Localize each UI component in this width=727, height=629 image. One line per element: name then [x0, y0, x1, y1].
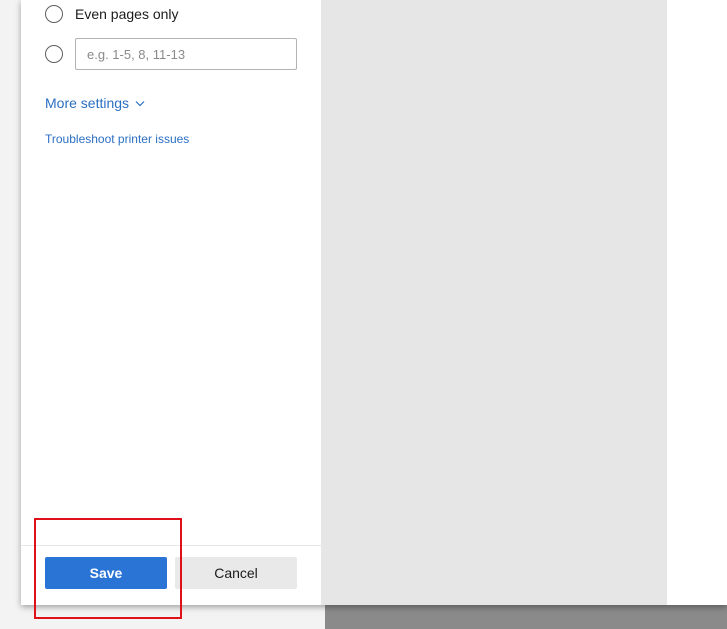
custom-range-option[interactable] [45, 45, 63, 63]
print-preview-area [321, 0, 667, 605]
cancel-button[interactable]: Cancel [175, 557, 297, 589]
footer-divider [21, 545, 321, 546]
even-pages-radio[interactable] [45, 5, 63, 23]
save-button[interactable]: Save [45, 557, 167, 589]
more-settings-link[interactable]: More settings [45, 95, 145, 111]
print-preview-page [667, 0, 727, 605]
even-pages-label: Even pages only [75, 6, 179, 22]
even-pages-option[interactable]: Even pages only [45, 5, 179, 23]
page-range-input[interactable] [75, 38, 297, 70]
more-settings-label: More settings [45, 95, 130, 111]
chevron-down-icon [135, 100, 145, 106]
background-panel [325, 605, 727, 629]
print-settings-panel: Even pages only More settings Troublesho… [21, 0, 321, 605]
troubleshoot-link[interactable]: Troubleshoot printer issues [45, 132, 189, 146]
custom-range-radio[interactable] [45, 45, 63, 63]
print-dialog: Even pages only More settings Troublesho… [21, 0, 727, 605]
